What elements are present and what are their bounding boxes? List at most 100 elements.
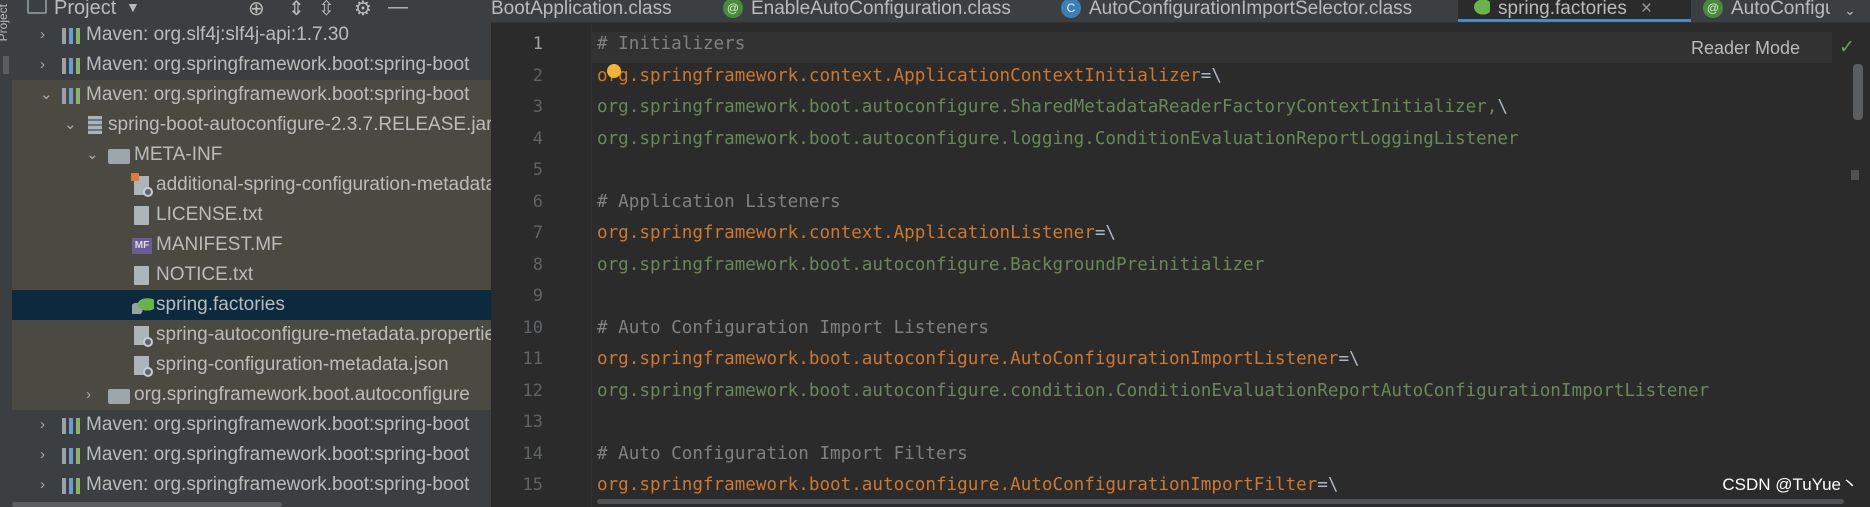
tree-item-maven-slf4j[interactable]: › Maven: org.slf4j:slf4j-api:1.7.30 xyxy=(12,20,491,50)
tree-item-license[interactable]: LICENSE.txt xyxy=(12,200,491,230)
line-number[interactable]: 15 xyxy=(491,473,591,505)
tab-spring-factories[interactable]: spring.factories × xyxy=(1458,0,1691,22)
code-line[interactable] xyxy=(597,410,1709,442)
tree-item-maven-spring-boot-autoconfigure[interactable]: ⌄ Maven: org.springframework.boot:spring… xyxy=(12,80,491,110)
code-value: org.springframework.boot.autoconfigure.B… xyxy=(597,254,1265,275)
tree-item-autoconfigure-metadata[interactable]: spring-autoconfigure-metadata.properties xyxy=(12,320,491,350)
collapse-all-icon[interactable]: ⇳ xyxy=(318,0,335,21)
tree-item-label: Maven: org.springframework.boot:spring-b… xyxy=(86,474,470,495)
line-number[interactable]: 12 xyxy=(491,379,591,411)
code-comment: # Application Listeners xyxy=(597,191,841,212)
close-icon[interactable]: × xyxy=(1641,0,1652,19)
expand-all-icon[interactable]: ⇕ xyxy=(288,0,305,21)
code-line[interactable]: # Auto Configuration Import Filters xyxy=(597,442,1709,474)
tab-label: AutoConfigur xyxy=(1731,0,1842,19)
locate-icon[interactable]: ⊕ xyxy=(248,0,265,21)
code-line[interactable]: org.springframework.context.ApplicationC… xyxy=(597,64,1709,96)
project-horizontal-scrollbar[interactable] xyxy=(12,501,491,507)
line-number[interactable]: 4 xyxy=(491,127,591,159)
tab-boot-application[interactable]: BootApplication.class xyxy=(491,0,672,22)
tree-item-configuration-metadata[interactable]: spring-configuration-metadata.json xyxy=(12,350,491,380)
chevron-down-icon[interactable]: ⌄ xyxy=(86,140,99,170)
chevron-right-icon[interactable]: › xyxy=(86,380,91,410)
tree-item-maven-spring-boot-3[interactable]: › Maven: org.springframework.boot:spring… xyxy=(12,440,491,470)
hide-panel-icon[interactable]: — xyxy=(388,0,408,19)
tree-item-additional-metadata[interactable]: additional-spring-configuration-metadata… xyxy=(12,170,491,200)
text-file-icon xyxy=(134,266,149,285)
tree-item-notice[interactable]: NOTICE.txt xyxy=(12,260,491,290)
line-number[interactable]: 13 xyxy=(491,410,591,442)
project-panel-title[interactable]: Project xyxy=(54,0,116,20)
line-number[interactable]: 9 xyxy=(491,284,591,316)
tree-item-autoconfigure-jar[interactable]: ⌄ spring-boot-autoconfigure-2.3.7.RELEAS… xyxy=(12,110,491,140)
code-line[interactable]: org.springframework.boot.autoconfigure.A… xyxy=(597,347,1709,379)
reader-mode-button[interactable]: Reader Mode xyxy=(1691,38,1800,59)
chevron-right-icon[interactable]: › xyxy=(40,470,45,500)
chevron-down-icon[interactable]: ▼ xyxy=(126,0,140,15)
tree-item-maven-spring-boot-4[interactable]: › Maven: org.springframework.boot:spring… xyxy=(12,470,491,500)
line-number[interactable]: 11 xyxy=(491,347,591,379)
code-line[interactable] xyxy=(597,284,1709,316)
code-delimiter: =\ xyxy=(1317,475,1339,495)
properties-file-icon xyxy=(134,356,153,377)
tab-auto-configuration[interactable]: @ AutoConfigur xyxy=(1703,0,1842,22)
chevron-right-icon[interactable]: › xyxy=(40,20,45,50)
code-key: org.springframework.boot.autoconfigure.A… xyxy=(597,349,1339,369)
chevron-right-icon[interactable]: › xyxy=(40,440,45,470)
code-line[interactable]: org.springframework.context.ApplicationL… xyxy=(597,221,1709,253)
line-number[interactable]: 1 xyxy=(491,32,591,64)
tab-label: BootApplication.class xyxy=(491,0,672,19)
chevron-down-icon[interactable]: ⌄ xyxy=(40,80,53,110)
error-stripe-marker[interactable] xyxy=(1851,170,1859,180)
annotation-icon: @ xyxy=(723,0,743,18)
inspection-ok-check-icon[interactable]: ✓ xyxy=(1839,36,1855,59)
code-line[interactable]: # Application Listeners xyxy=(597,190,1709,222)
tree-item-maven-spring-boot-2[interactable]: › Maven: org.springframework.boot:spring… xyxy=(12,410,491,440)
tree-item-spring-factories[interactable]: spring.factories xyxy=(12,290,491,320)
gutter-separator xyxy=(591,22,592,507)
editor-horizontal-scrollbar-thumb[interactable] xyxy=(597,499,1844,504)
gear-icon[interactable]: ⚙ xyxy=(354,0,372,21)
code-delimiter: =\ xyxy=(1094,223,1117,243)
chevron-right-icon[interactable]: › xyxy=(40,50,45,80)
tree-item-manifest[interactable]: MF MANIFEST.MF xyxy=(12,230,491,260)
tab-overflow-chevron-icon[interactable]: ⌄ xyxy=(1830,0,1870,22)
maven-library-icon xyxy=(62,418,80,434)
tree-item-label: spring-boot-autoconfigure-2.3.7.RELEASE.… xyxy=(108,114,491,135)
tree-item-label: org.springframework.boot.autoconfigure xyxy=(134,384,470,405)
line-number[interactable]: 7 xyxy=(491,221,591,253)
code-line[interactable]: # Auto Configuration Import Listeners xyxy=(597,316,1709,348)
intention-bulb-icon[interactable] xyxy=(607,64,621,78)
line-number[interactable]: 10 xyxy=(491,316,591,348)
scrollbar-thumb[interactable] xyxy=(12,502,282,507)
project-panel: Project ▼ ⊕ ⇕ ⇳ ⚙ — › Maven: org.slf4j:s… xyxy=(12,0,491,507)
line-number[interactable]: 3 xyxy=(491,95,591,127)
line-number[interactable]: 6 xyxy=(491,190,591,222)
code-line[interactable]: org.springframework.boot.autoconfigure.B… xyxy=(597,253,1709,285)
chevron-down-icon[interactable]: ⌄ xyxy=(64,110,77,140)
code-line[interactable]: # Initializers xyxy=(597,32,1709,64)
code-line[interactable]: org.springframework.boot.autoconfigure.l… xyxy=(597,127,1709,159)
code-line[interactable]: org.springframework.boot.autoconfigure.c… xyxy=(597,379,1709,411)
tree-item-maven-spring-boot[interactable]: › Maven: org.springframework.boot:spring… xyxy=(12,50,491,80)
chevron-right-icon[interactable]: › xyxy=(40,410,45,440)
maven-library-icon xyxy=(62,448,80,464)
code-line[interactable] xyxy=(597,158,1709,190)
tree-item-meta-inf[interactable]: ⌄ META-INF xyxy=(12,140,491,170)
tab-auto-configuration-import-selector[interactable]: C AutoConfigurationImportSelector.class xyxy=(1061,0,1412,22)
tab-enable-auto-configuration[interactable]: @ EnableAutoConfiguration.class xyxy=(723,0,1011,22)
code-line[interactable]: org.springframework.boot.autoconfigure.S… xyxy=(597,95,1709,127)
code-text-area[interactable]: # Initializers org.springframework.contex… xyxy=(597,32,1709,505)
line-number-gutter[interactable]: 1 2 3 4 5 6 7 8 9 10 11 12 13 14 15 xyxy=(491,32,591,505)
tree-item-label: spring-autoconfigure-metadata.properties xyxy=(156,324,491,345)
tree-item-label: LICENSE.txt xyxy=(156,204,263,225)
tree-item-label: Maven: org.slf4j:slf4j-api:1.7.30 xyxy=(86,24,349,45)
tree-item-label: spring.factories xyxy=(156,294,285,315)
project-tool-window-label[interactable]: Project xyxy=(0,4,10,41)
tree-item-autoconfigure-package[interactable]: › org.springframework.boot.autoconfigure xyxy=(12,380,491,410)
line-number[interactable]: 5 xyxy=(491,158,591,190)
line-number[interactable]: 14 xyxy=(491,442,591,474)
line-number[interactable]: 8 xyxy=(491,253,591,285)
line-number[interactable]: 2 xyxy=(491,64,591,96)
editor-vertical-scrollbar-thumb[interactable] xyxy=(1853,64,1863,120)
